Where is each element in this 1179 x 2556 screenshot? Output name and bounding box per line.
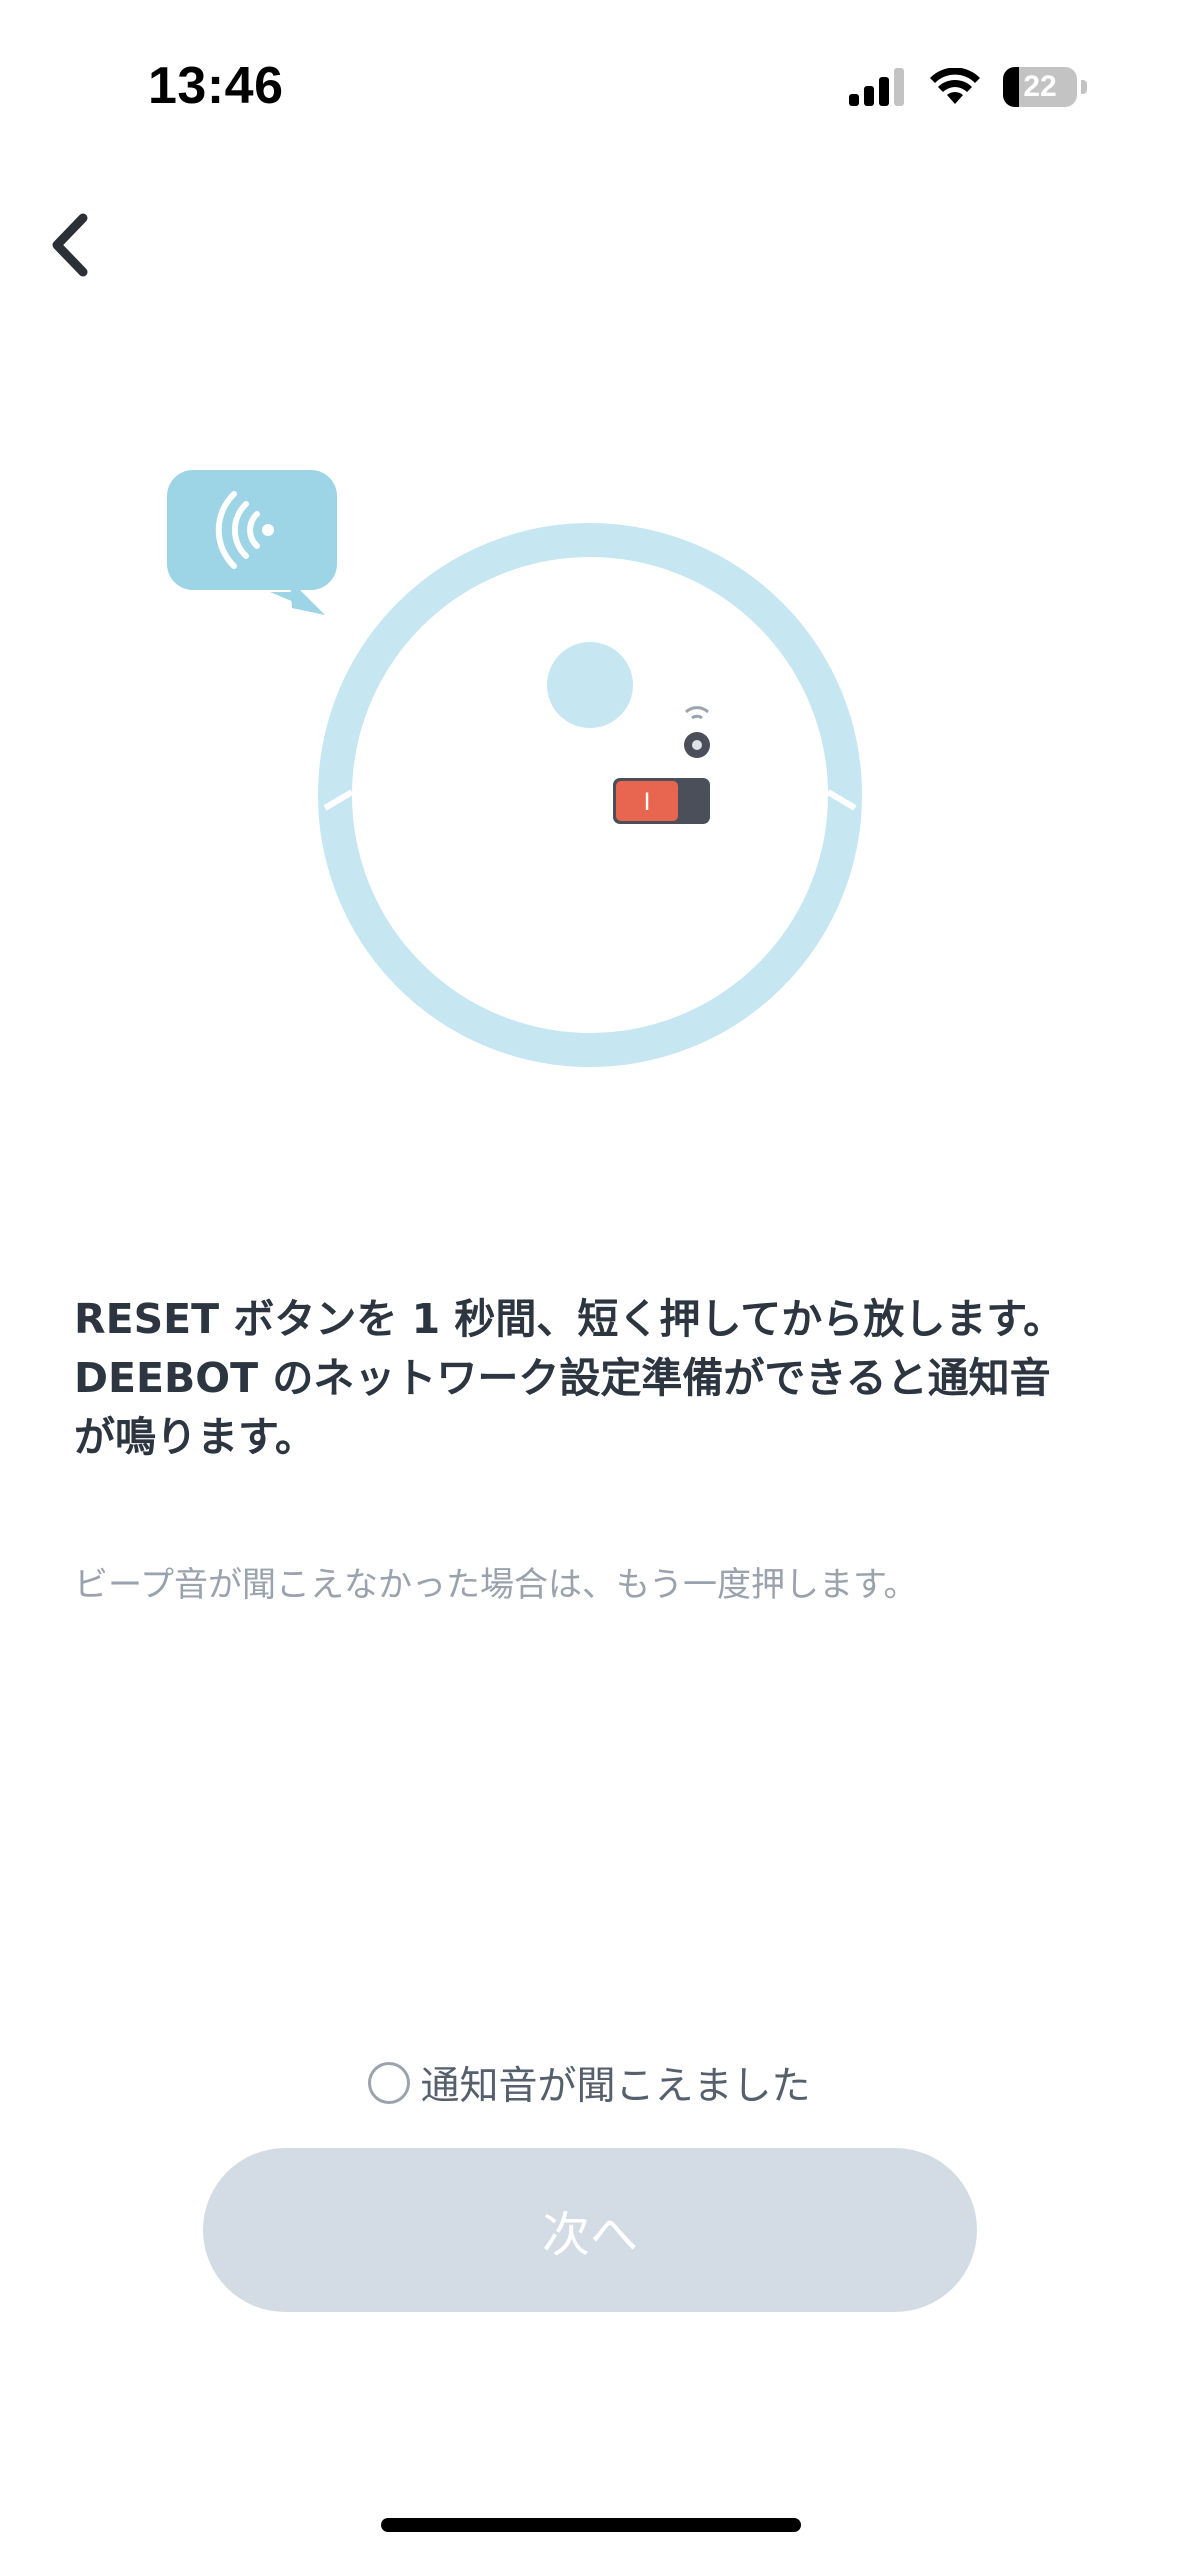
- battery-tip: [1081, 80, 1087, 94]
- switch-label: I: [643, 788, 650, 816]
- confirm-label: 通知音が聞こえました: [420, 2064, 811, 2109]
- wifi-icon: [930, 68, 980, 104]
- robot-vacuum-icon: I: [318, 523, 862, 1067]
- battery-icon: 22: [1003, 67, 1077, 107]
- battery-level: 22: [1023, 70, 1057, 103]
- home-indicator: [381, 2518, 801, 2532]
- robot-illustration: I: [167, 470, 862, 1067]
- chevron-left-icon: [52, 213, 88, 277]
- next-button[interactable]: 次へ: [203, 2148, 977, 2312]
- sound-waves-icon: [167, 470, 337, 615]
- hint-text: ビープ音が聞こえなかった場合は、もう一度押します。: [74, 1565, 918, 1605]
- instruction-text: RESET ボタンを 1 秒間、短く押してから放します。DEEBOT のネットワ…: [74, 1295, 1065, 1461]
- status-icons: 22: [849, 62, 1087, 112]
- cellular-signal-icon: [849, 68, 904, 106]
- confirm-heard-checkbox[interactable]: 通知音が聞こえました: [0, 2055, 1179, 2111]
- back-button[interactable]: [30, 200, 110, 290]
- status-time: 13:46: [148, 57, 284, 115]
- radio-circle-icon[interactable]: [368, 2062, 411, 2104]
